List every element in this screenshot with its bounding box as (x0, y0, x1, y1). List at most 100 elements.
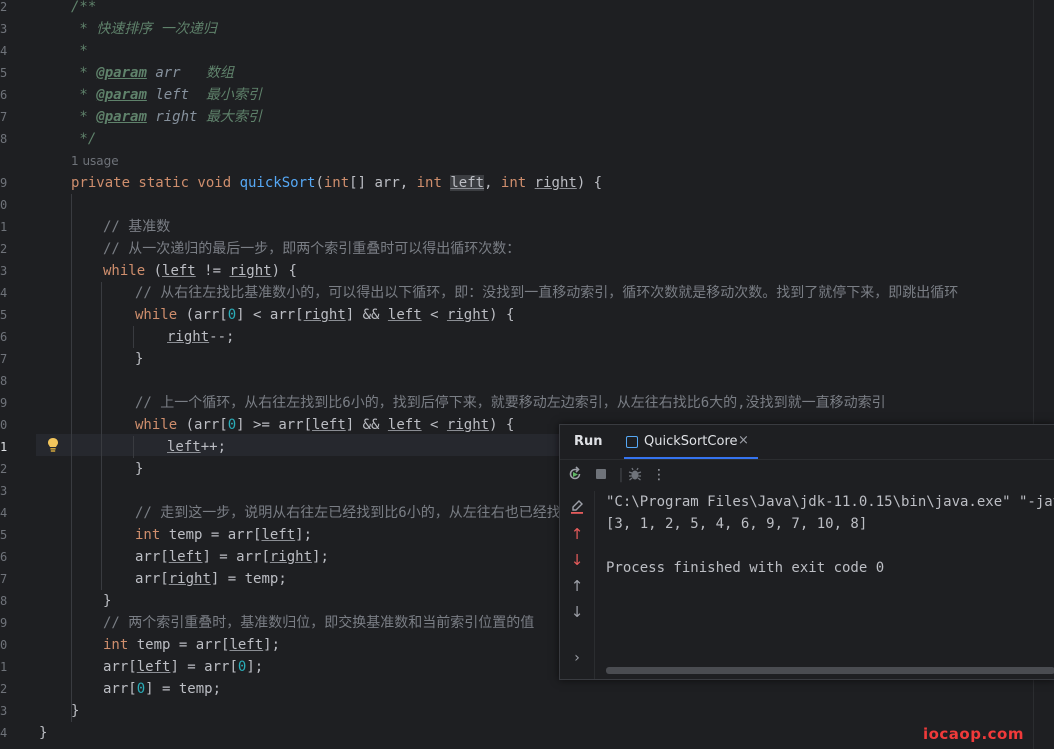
pivot-temp-line: int temp = arr[left]; (103, 634, 280, 656)
line-number: 8 (0, 594, 8, 608)
line-number: 4 (0, 44, 8, 58)
modifiers: private static void (71, 175, 240, 191)
var-left: left (312, 417, 346, 433)
line-number: 1 (0, 220, 8, 234)
param-desc: 最大索引 (205, 109, 262, 125)
number: 0 (227, 417, 237, 433)
doc-star: * (71, 21, 97, 37)
close-icon[interactable]: × (738, 433, 749, 448)
param-desc: 最小索引 (205, 87, 262, 103)
line-number: 1 (0, 660, 8, 674)
clear-console-icon[interactable] (568, 499, 586, 517)
console-line: [3, 1, 2, 5, 4, 6, 9, 7, 10, 8] (606, 516, 868, 532)
param-name: arr (155, 65, 181, 81)
doc-blank: * (71, 43, 88, 59)
console-line: "C:\Program Files\Java\jdk-11.0.15\bin\j… (606, 494, 1054, 510)
var-right: right (269, 549, 313, 565)
stop-icon[interactable] (592, 466, 610, 484)
swap-assign-line: arr[left] = arr[right]; (135, 546, 329, 568)
line-number: 7 (0, 572, 8, 586)
code-token: != (195, 263, 230, 279)
rerun-icon[interactable] (566, 466, 584, 484)
run-header: Run QuickSortCore × (560, 425, 1054, 460)
keyword-while: while (135, 307, 178, 323)
close-brace: } (103, 593, 112, 609)
code-token: ]; (312, 549, 329, 565)
doc-param-left: * @param left 最小索引 (71, 84, 262, 106)
down-stack-trace-icon[interactable]: ↓ (568, 551, 586, 569)
comment-line: // 从右往左找比基准数小的，可以得出以下循环，即：没找到一直移动索引，循环次数… (135, 285, 959, 301)
close-brace: } (71, 703, 80, 719)
comment-line: // 走到这一步，说明从右往左已经找到比6小的，从左往右也已经找到比6 (135, 505, 598, 521)
comment-line: // 上一个循环，从右往左找到比6小的，找到后停下来，就要移动左边索引，从左往右… (135, 395, 886, 411)
console-output[interactable]: "C:\Program Files\Java\jdk-11.0.15\bin\j… (606, 491, 1054, 661)
doc-star: * (71, 65, 97, 81)
scroll-down-icon[interactable]: ↓ (568, 603, 586, 621)
code-token: temp = arr[ (160, 527, 262, 543)
line-number: 2 (0, 0, 8, 14)
usage-hint[interactable]: 1 usage (71, 150, 119, 172)
var-left: left (168, 549, 203, 565)
keyword-while: while (103, 263, 146, 279)
var-right: right (168, 571, 211, 587)
param-right[interactable]: right (535, 175, 577, 191)
code-token: ] = temp; (145, 681, 222, 697)
swap-temp-line: int temp = arr[left]; (135, 524, 312, 546)
lightbulb-icon[interactable] (47, 437, 59, 453)
var-right: right (446, 417, 490, 433)
chevron-right-icon[interactable]: › (568, 649, 586, 667)
line-number: 1 (0, 440, 8, 454)
line-number-gutter: 2 3 4 5 6 7 8 9 0 1 2 3 4 5 6 7 8 9 0 1 … (0, 0, 36, 749)
line-number: 3 (0, 484, 8, 498)
code-token: ]; (295, 527, 313, 543)
line-number: 9 (0, 616, 8, 630)
code-token: ) { (271, 263, 297, 279)
line-number: 0 (0, 198, 8, 212)
code-token: < (421, 417, 447, 433)
param-tag: @param (96, 65, 147, 81)
param-left[interactable]: left (450, 175, 485, 191)
comment-line: // 基准数 (103, 219, 171, 235)
run-tool-window[interactable]: Run QuickSortCore × | ⋮ ↑ ↓ ↑ ↓ › "C:\Pr… (559, 424, 1054, 680)
scroll-up-icon[interactable]: ↑ (568, 577, 586, 595)
more-options-icon[interactable]: ⋮ (650, 466, 668, 484)
run-side-toolbar: ↑ ↓ ↑ ↓ › (560, 491, 595, 679)
doc-star: * (71, 87, 97, 103)
run-title[interactable]: Run (574, 434, 603, 449)
var-right: right (446, 307, 490, 323)
line-number: 4 (0, 286, 8, 300)
code-token: < (421, 307, 447, 323)
run-config-icon (626, 436, 638, 448)
indent-guide (71, 194, 72, 722)
horizontal-scrollbar[interactable] (606, 667, 1054, 674)
tab-quicksortcore[interactable]: QuickSortCore × (624, 425, 758, 459)
line-number: 2 (0, 242, 8, 256)
type-int: int (323, 175, 350, 191)
var-arr: arr (103, 659, 129, 675)
line-number: 4 (0, 506, 8, 520)
code-token: ] = arr[ (170, 659, 238, 675)
line-number: 6 (0, 550, 8, 564)
line-number: 3 (0, 264, 8, 278)
debug-icon[interactable] (626, 466, 644, 484)
console-line: Process finished with exit code 0 (606, 560, 885, 576)
code-token: ] && (345, 417, 388, 433)
line-number: 3 (0, 22, 8, 36)
line-number: 2 (0, 462, 8, 476)
method-name[interactable]: quickSort (240, 175, 316, 191)
line-number: 6 (0, 330, 8, 344)
doc-param-arr: * @param arr 数组 (71, 62, 233, 84)
comment-line: // 两个索引重叠时，基准数归位，即交换基准数和当前索引位置的值 (103, 615, 535, 631)
code-token: temp = arr[ (128, 637, 230, 653)
comma: , (484, 175, 501, 191)
up-stack-trace-icon[interactable]: ↑ (568, 525, 586, 543)
while-inner-1: while (arr[0] < arr[right] && left < rig… (135, 304, 514, 326)
number: 0 (136, 681, 146, 697)
line-number: 4 (0, 726, 8, 740)
indent-guide (133, 326, 134, 348)
code-token: ) { (489, 417, 515, 433)
code-token: ] < arr[ (236, 307, 304, 323)
code-token: ] && (345, 307, 388, 323)
line-number: 3 (0, 704, 8, 718)
tab-label: QuickSortCore (644, 434, 738, 449)
